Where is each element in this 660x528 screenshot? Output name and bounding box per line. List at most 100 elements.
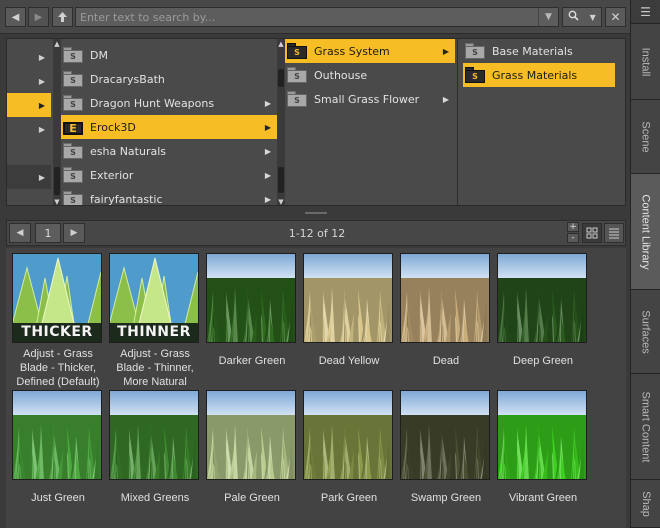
folder-label: DracarysBath (90, 72, 165, 86)
folder-item[interactable]: S Small Grass Flower ▶ (285, 87, 455, 111)
scroll-thumb[interactable] (54, 167, 60, 195)
thumbnail-caption: Swamp Green (410, 492, 482, 504)
folder-label: Exterior (90, 168, 134, 182)
expand-arrow-icon: ▶ (264, 98, 271, 108)
tab-content-library[interactable]: Content Library (631, 174, 660, 290)
scrollbar[interactable]: ▲ ▼ (53, 39, 61, 206)
expand-arrow-icon[interactable]: ▶ (7, 93, 51, 117)
material-preset-thumbnail[interactable]: Vibrant Green (497, 390, 589, 505)
material-preset-thumbnail[interactable]: THICKER Adjust - Grass Blade - Thicker, D… (12, 253, 104, 389)
thumbnail-caption: Adjust - Grass Blade - Thicker, Defined … (16, 348, 100, 388)
tab-scene[interactable]: Scene (631, 100, 660, 174)
expand-arrow-icon: ▶ (264, 194, 271, 204)
close-icon: ✕ (610, 10, 621, 24)
material-preset-thumbnail[interactable]: Swamp Green (400, 390, 492, 505)
clear-search-button[interactable]: ✕ (605, 7, 626, 27)
thumbnail-image (497, 390, 587, 480)
folder-item-selected[interactable]: E Erock3D ▶ (61, 115, 277, 139)
thumbnail-caption: Park Green (320, 492, 378, 504)
tab-strip: ☰ Install Scene Content Library Surfaces… (630, 0, 660, 528)
folder-item-selected[interactable]: S Grass Materials (463, 63, 615, 87)
expand-arrow-icon[interactable]: ▶ (7, 69, 51, 93)
search-input[interactable] (80, 10, 538, 24)
preview-render (207, 391, 295, 479)
panel-splitter[interactable] (6, 208, 626, 218)
folder-label: Base Materials (492, 44, 573, 58)
expand-arrow-icon[interactable]: ▶ (7, 165, 51, 189)
material-preset-thumbnail[interactable]: Mixed Greens (109, 390, 201, 505)
tab-shaping-label: Shap (639, 490, 652, 517)
up-arrow-icon[interactable] (52, 7, 73, 27)
scroll-up-icon[interactable]: ▲ (53, 39, 61, 48)
material-preset-thumbnail[interactable]: Dead (400, 253, 492, 368)
preview-render (304, 391, 392, 479)
expand-arrow-icon[interactable]: ▶ (7, 117, 51, 141)
menu-icon[interactable]: ☰ (631, 0, 660, 24)
folder-item[interactable]: S esha Naturals ▶ (61, 139, 277, 163)
thumbnail-caption: Pale Green (224, 492, 280, 504)
scroll-down-icon[interactable]: ▼ (277, 197, 285, 206)
material-preset-thumbnail[interactable]: Just Green (12, 390, 104, 505)
thumbnail-caption: Deep Green (513, 355, 573, 367)
search-history-dropdown[interactable]: ▼ (538, 8, 558, 26)
tab-smart-content-label: Smart Content (639, 391, 652, 462)
thumbnail-overlay-label: THICKER (13, 323, 101, 342)
folder-item[interactable]: S DracarysBath (61, 67, 277, 91)
toolbar: ◀ ▶ ▼ ▼ ✕ (0, 0, 630, 34)
material-preset-thumbnail[interactable]: THINNER Adjust - Grass Blade - Thinner, M… (109, 253, 201, 389)
thumbnail-caption: Just Green (31, 492, 85, 504)
folder-icon: S (63, 47, 83, 63)
tab-install[interactable]: Install (631, 24, 660, 100)
list-view-button[interactable] (604, 223, 624, 243)
folder-item[interactable]: S DM (61, 43, 277, 67)
scroll-thumb[interactable] (278, 69, 284, 87)
back-arrow-icon[interactable]: ◀ (5, 7, 26, 27)
thumbnail-caption: Dead Yellow (318, 355, 380, 367)
grid-view-button[interactable] (582, 223, 602, 243)
folder-label: esha Naturals (90, 144, 167, 158)
thumbnail-image (400, 253, 490, 343)
folder-icon: S (465, 67, 485, 83)
tab-surfaces[interactable]: Surfaces (631, 290, 660, 374)
tab-shaping[interactable]: Shap (631, 480, 660, 528)
scrollbar[interactable]: ▲ ▼ (277, 39, 285, 206)
forward-arrow-icon[interactable]: ▶ (28, 7, 49, 27)
folder-item[interactable]: S Exterior ▶ (61, 163, 277, 187)
material-preset-thumbnail[interactable]: Pale Green (206, 390, 298, 505)
grid-view-icon (586, 227, 598, 239)
horizontal-scrollbar[interactable] (453, 205, 621, 206)
folder-item[interactable]: S Outhouse (285, 63, 455, 87)
folder-item-selected[interactable]: S Grass System ▶ (285, 39, 455, 63)
scroll-down-icon[interactable]: ▼ (53, 197, 61, 206)
scroll-thumb[interactable] (278, 167, 284, 193)
scroll-up-icon[interactable]: ▲ (277, 39, 285, 48)
thumbnail-caption: Dead (432, 355, 460, 367)
search-filter-button[interactable]: ▼ (562, 7, 602, 27)
tab-content-library-label: Content Library (639, 193, 652, 270)
material-preset-thumbnail[interactable]: Park Green (303, 390, 395, 505)
column-divider (457, 39, 458, 205)
material-preset-thumbnail[interactable]: Dead Yellow (303, 253, 395, 368)
thumbnail-image (303, 253, 393, 343)
folder-label: DM (90, 48, 108, 62)
chevron-down-icon: ▼ (589, 12, 596, 22)
material-preset-thumbnail[interactable]: Deep Green (497, 253, 589, 368)
preview-render (498, 391, 586, 479)
folder-item[interactable]: S Dragon Hunt Weapons ▶ (61, 91, 277, 115)
search-icon (568, 10, 579, 24)
category-column: S Base Materials S Grass Materials (463, 39, 619, 205)
parent-column: ▶ ▶ ▶ ▶ ▶ (7, 39, 53, 205)
folder-label: Outhouse (314, 68, 368, 82)
search-field[interactable]: ▼ (75, 7, 559, 27)
folder-item[interactable]: S Base Materials (463, 39, 615, 63)
material-preset-thumbnail[interactable]: Darker Green (206, 253, 298, 368)
folder-item[interactable]: S fairyfantastic ▶ (61, 187, 277, 205)
content-grid: THICKER Adjust - Grass Blade - Thicker, D… (6, 248, 626, 528)
expand-arrow-icon[interactable]: ▶ (7, 45, 51, 69)
folder-icon: S (287, 91, 307, 107)
tab-smart-content[interactable]: Smart Content (631, 374, 660, 480)
preview-render (110, 391, 198, 479)
zoom-out-button[interactable]: - (567, 233, 579, 243)
zoom-in-button[interactable]: + (567, 222, 579, 232)
folder-label: Grass Materials (492, 68, 578, 82)
